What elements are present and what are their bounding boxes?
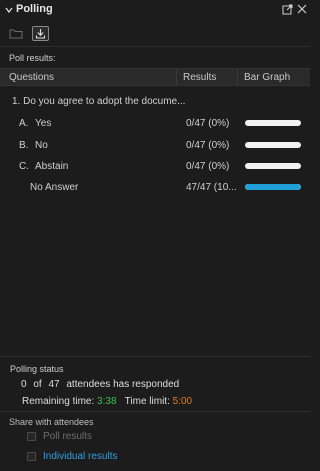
responded-summary: 0 of 47 attendees has responded bbox=[21, 379, 183, 390]
column-divider bbox=[176, 69, 177, 86]
no-answer-result: 47/47 (10... bbox=[186, 182, 237, 193]
answer-bar-graph bbox=[245, 120, 301, 126]
open-folder-button[interactable] bbox=[8, 26, 25, 41]
close-icon[interactable] bbox=[297, 4, 307, 14]
no-answer-label: No Answer bbox=[30, 182, 79, 193]
answer-label: Abstain bbox=[35, 161, 69, 172]
responded-count: 0 bbox=[21, 379, 27, 390]
polling-status-label: Polling status bbox=[10, 364, 64, 374]
share-individual-results-label[interactable]: Individual results bbox=[43, 451, 117, 462]
column-questions: Questions bbox=[9, 72, 55, 83]
results-table-header: Questions Results Bar Graph bbox=[0, 68, 310, 86]
share-divider bbox=[0, 411, 310, 412]
question-text: 1. Do you agree to adopt the docume... bbox=[12, 96, 186, 107]
no-answer-bar-fill bbox=[245, 184, 301, 190]
share-individual-results-checkbox[interactable] bbox=[27, 452, 36, 461]
answer-letter: A. bbox=[19, 118, 29, 129]
answer-row: B. No 0/47 (0%) bbox=[0, 140, 310, 160]
no-answer-bar-graph bbox=[245, 184, 301, 190]
answer-row: A. Yes 0/47 (0%) bbox=[0, 118, 310, 138]
column-bar-graph: Bar Graph bbox=[244, 72, 291, 83]
answer-result: 0/47 (0%) bbox=[186, 140, 230, 151]
column-divider bbox=[237, 69, 238, 86]
time-limit-label: Time limit: bbox=[124, 396, 170, 407]
poll-results-label: Poll results: bbox=[9, 53, 56, 63]
remaining-time-label: Remaining time: bbox=[22, 396, 95, 407]
column-results: Results bbox=[183, 72, 217, 83]
no-answer-row: No Answer 47/47 (10... bbox=[0, 182, 310, 202]
of-word: of bbox=[33, 379, 42, 390]
answer-bar-graph bbox=[245, 142, 301, 148]
save-results-button[interactable] bbox=[32, 26, 49, 41]
share-poll-results-checkbox[interactable] bbox=[27, 432, 36, 441]
answer-label: No bbox=[35, 140, 48, 151]
panel-title: Polling bbox=[16, 3, 53, 15]
responded-text: attendees has responded bbox=[66, 379, 180, 390]
toolbar-divider bbox=[0, 46, 310, 47]
share-with-attendees-label: Share with attendees bbox=[9, 417, 94, 427]
status-divider bbox=[0, 356, 310, 357]
share-poll-results-label: Poll results bbox=[43, 431, 92, 442]
title-bar: Polling bbox=[0, 0, 310, 20]
popout-icon[interactable] bbox=[282, 4, 293, 15]
timing-info: Remaining time: 3:38 Time limit: 5:00 bbox=[22, 396, 192, 407]
answer-letter: B. bbox=[19, 140, 29, 151]
folder-icon bbox=[9, 29, 23, 39]
answer-letter: C. bbox=[19, 161, 29, 172]
time-limit-value: 5:00 bbox=[172, 396, 193, 407]
remaining-time-value: 3:38 bbox=[97, 396, 117, 407]
download-icon bbox=[35, 29, 46, 39]
answer-label: Yes bbox=[35, 118, 52, 129]
answer-row: C. Abstain 0/47 (0%) bbox=[0, 161, 310, 181]
chevron-down-icon[interactable] bbox=[5, 6, 13, 14]
answer-result: 0/47 (0%) bbox=[186, 161, 230, 172]
answer-result: 0/47 (0%) bbox=[186, 118, 230, 129]
answer-bar-graph bbox=[245, 163, 301, 169]
total-attendees: 47 bbox=[48, 379, 60, 390]
